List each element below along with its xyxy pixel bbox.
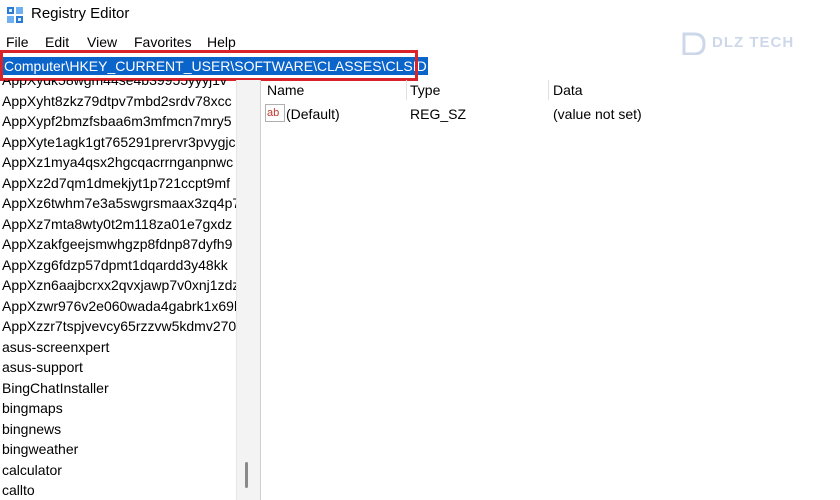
tree-item[interactable]: AppXyte1agk1gt765291prervr3pvygjc [2, 133, 236, 151]
watermark-text: DLZ TECH [712, 34, 795, 51]
menu-file[interactable]: File [6, 34, 29, 50]
tree-scrollbar[interactable] [236, 80, 260, 500]
tree-item[interactable]: AppXz2d7qm1dmekjyt1p721ccpt9mf [2, 174, 230, 192]
string-value-icon: ab [265, 104, 285, 122]
tree-item[interactable]: bingmaps [2, 399, 63, 417]
menu-favorites[interactable]: Favorites [134, 34, 192, 50]
tree-item[interactable]: AppXzakfgeejsmwhgzp8fdnp87dyfh9 [2, 235, 232, 253]
value-data: (value not set) [553, 106, 642, 122]
tree-item[interactable]: AppXzzr7tspjvevcy65rzzvw5kdmv270 [2, 317, 236, 335]
tree-item[interactable]: bingnews [2, 420, 61, 438]
registry-editor-icon [7, 7, 23, 23]
tree-item[interactable]: asus-support [2, 358, 83, 376]
values-list[interactable]: Name Type Data ab (Default) REG_SZ (valu… [261, 80, 840, 500]
tree-item[interactable]: AppXzn6aajbcrxx2qvxjawp7v0xnj1zdz [2, 276, 236, 294]
tree-item[interactable]: calculator [2, 461, 62, 479]
tree-item[interactable]: callto [2, 481, 35, 499]
menu-help[interactable]: Help [207, 34, 236, 50]
tree-item[interactable]: asus-screenxpert [2, 338, 109, 356]
title-bar: Registry Editor [0, 0, 840, 30]
tree-scrollbar-thumb[interactable] [245, 462, 248, 488]
key-tree[interactable]: AppXydk58wgm44se4b39955yyyj1v AppXyht8zk… [0, 80, 236, 500]
value-type: REG_SZ [410, 106, 467, 122]
menu-edit[interactable]: Edit [45, 34, 69, 50]
tree-item[interactable]: AppXyht8zkz79dtpv7mbd2srdv78xcc [2, 92, 232, 110]
tree-item[interactable]: AppXzwr976v2e060wada4gabrk1x69h [2, 297, 236, 315]
menu-view[interactable]: View [87, 34, 117, 50]
tree-item[interactable]: bingweather [2, 440, 78, 458]
tree-item[interactable]: BingChatInstaller [2, 379, 109, 397]
tree-item[interactable]: AppXz6twhm7e3a5swgrsmaax3zq4p7 [2, 194, 236, 212]
column-header-data[interactable]: Data [553, 82, 583, 98]
column-header-type[interactable]: Type [410, 82, 440, 98]
tree-item[interactable]: AppXydk58wgm44se4b39955yyyj1v [2, 80, 227, 89]
tree-item[interactable]: AppXzg6fdzp57dpmt1dqardd3y48kk [2, 256, 228, 274]
column-separator[interactable] [406, 80, 407, 100]
tree-item[interactable]: AppXypf2bmzfsbaa6m3mfmcn7mry5 [2, 112, 232, 130]
column-separator[interactable] [548, 80, 549, 100]
column-header-name[interactable]: Name [267, 82, 304, 98]
window-title: Registry Editor [31, 5, 130, 22]
address-highlight-box [0, 50, 418, 81]
logo-mark-icon [682, 32, 706, 56]
tree-item[interactable]: AppXz7mta8wty0t2m118za01e7gxdz [2, 215, 232, 233]
tree-item[interactable]: AppXz1mya4qsx2hgcqacrrnganpnwc [2, 153, 233, 171]
svg-text:ab: ab [267, 107, 279, 119]
value-name[interactable]: (Default) [286, 106, 340, 122]
